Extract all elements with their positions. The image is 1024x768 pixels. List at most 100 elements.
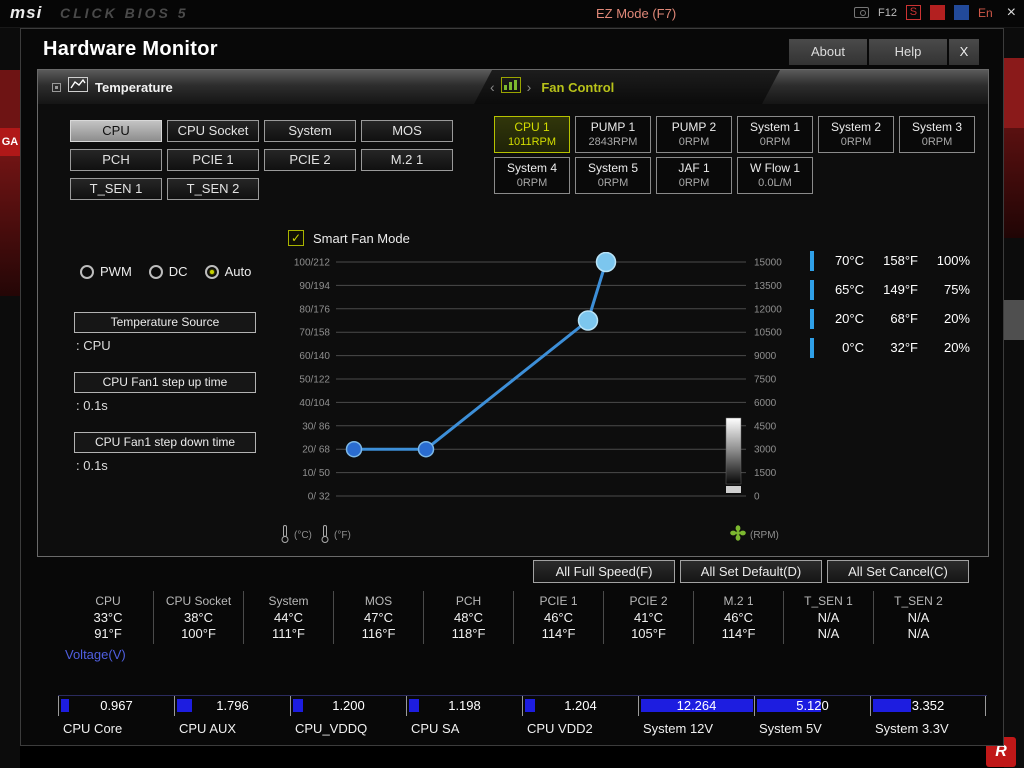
about-button[interactable]: About [789,39,867,65]
readout-pcie-2: PCIE 2 41°C 105°F [603,591,693,644]
voltage-value: 1.198 [448,698,481,713]
flag-icon[interactable] [953,5,969,20]
fan-mode-radio-auto[interactable]: Auto [204,264,252,279]
fan-mode-radio-pwm[interactable]: PWM [80,264,132,279]
fan-mode-radio-group: PWM DC Auto [80,264,251,279]
readout-name: CPU Socket [165,594,232,608]
close-icon[interactable]: × [1007,5,1016,21]
readout-fahrenheit: 114°F [721,626,756,641]
fan-curve-chart: 100/212 1500090/194 1350080/176 1200070/158… [294,252,782,503]
fan-tab-jaf-1[interactable]: JAF 1 0RPM [656,157,732,194]
fan-tab-name: System 4 [506,161,557,175]
temp-sensor-t-sen-2[interactable]: T_SEN 2 [167,178,259,200]
readout-cpu: CPU 33°C 91°F [63,591,153,644]
readout-fahrenheit: 118°F [451,626,486,641]
temp-sensor-pcie-1[interactable]: PCIE 1 [167,149,259,171]
panel-header: Temperature ‹ › Fan Control [38,70,988,104]
fan-tab-cpu-1[interactable]: CPU 1 1011RPM [494,116,570,153]
radio-icon [148,264,163,279]
fan-tab-system-2[interactable]: System 2 0RPM [818,116,894,153]
all-set-cancel-button[interactable]: All Set Cancel(C) [827,560,969,583]
temp-sensor-pch[interactable]: PCH [70,149,162,171]
fan-curve-point-2[interactable] [417,440,435,458]
celsius-axis-label: (°C) [294,530,312,541]
temp-sensor-pcie-2[interactable]: PCIE 2 [264,149,356,171]
readout-name: System [268,594,309,608]
f12-label: F12 [878,6,897,19]
fan-tab-system-3[interactable]: System 3 0RPM [899,116,975,153]
legend-row: 70°C 158°F 100% [810,246,982,275]
voltage-names-row: CPU Core CPU AUX CPU_VDDQ CPU SA CPU VDD2 Sys… [58,719,987,739]
fan-control-section-title: Fan Control [541,79,615,95]
legend-duty: 100% [936,253,970,268]
temperature-readouts: CPU 33°C 91°F CPU Socket 38°C 100°F System 44°C… [63,591,963,644]
readout-fahrenheit: N/A [907,626,930,641]
record-icon[interactable] [929,5,945,20]
language-selector[interactable]: En [978,6,993,20]
radio-label: Auto [224,264,252,279]
smart-fan-mode-toggle[interactable]: ✓ Smart Fan Mode [288,230,410,246]
voltage-value: 12.264 [676,698,717,713]
fan-mode-radio-dc[interactable]: DC [148,264,188,279]
temp-sensor-t-sen-1[interactable]: T_SEN 1 [70,178,162,200]
temp-sensor-cpu[interactable]: CPU [70,120,162,142]
voltage-value: 3.352 [911,698,945,713]
fan-tab-value: 0RPM [678,136,710,148]
radio-icon [204,264,219,279]
readout-t-sen-1: T_SEN 1 N/A N/A [783,591,873,644]
temp-sensor-cpu-socket[interactable]: CPU Socket [167,120,259,142]
legend-row: 65°C 149°F 75% [810,275,982,304]
readout-fahrenheit: 114°F [541,626,576,641]
fan-tab-value: 0RPM [678,177,710,189]
left-edge-red-block [0,70,20,128]
temp-sensor-system[interactable]: System [264,120,356,142]
left-axis-tick: 50/122 [299,375,330,386]
s-badge-icon[interactable]: S [905,5,921,20]
smart-fan-mode-label: Smart Fan Mode [313,230,410,246]
all-set-default-button[interactable]: All Set Default(D) [680,560,822,583]
fan-tab-name: JAF 1 [678,161,710,175]
fan-tab-system-5[interactable]: System 5 0RPM [575,157,651,194]
fan-curve-point-1[interactable] [345,440,363,458]
ez-mode-tab[interactable]: EZ Mode (F7) [596,6,676,21]
fan-tab-system-4[interactable]: System 4 0RPM [494,157,570,194]
legend-row: 0°C 32°F 20% [810,333,982,362]
fan-tab-pump-2[interactable]: PUMP 2 0RPM [656,116,732,153]
right-axis-tick: 10500 [754,328,782,339]
section-bullet-icon [52,82,61,92]
right-edge-red-fade [1004,128,1024,238]
radio-label: PWM [100,264,132,279]
temp-sensor-mos[interactable]: MOS [361,120,453,142]
left-axis-tick: 80/176 [299,304,330,315]
fan-tab-w-flow-1[interactable]: W Flow 1 0.0L/M [737,157,813,194]
temp-sensor-m-2-1[interactable]: M.2 1 [361,149,453,171]
right-axis-tick: 3000 [754,445,777,456]
step-down-time-button[interactable]: CPU Fan1 step down time [74,432,256,453]
fan-tab-pump-1[interactable]: PUMP 1 2843RPM [575,116,651,153]
chevron-right-icon[interactable]: › [527,79,532,95]
right-axis-tick: 4500 [754,421,777,432]
chevron-left-icon[interactable]: ‹ [490,79,495,95]
step-up-time-button[interactable]: CPU Fan1 step up time [74,372,256,393]
fan-tab-name: W Flow 1 [749,161,800,175]
fan-speed-slider-handle[interactable] [726,486,741,493]
fan-tab-value: 0RPM [921,136,953,148]
dialog-buttons: About Help X [789,39,979,65]
left-axis-tick: 20/ 68 [302,445,330,456]
dialog-close-button[interactable]: X [949,39,979,65]
voltage-cell-system-12v: 12.264 [638,696,754,716]
fan-tab-name: System 3 [911,120,962,134]
all-full-speed-button[interactable]: All Full Speed(F) [533,560,675,583]
fan-speed-slider[interactable] [725,417,742,485]
help-button[interactable]: Help [869,39,947,65]
voltage-cell-system-3-3v: 3.352 [870,696,986,716]
fan-tab-system-1[interactable]: System 1 0RPM [737,116,813,153]
readout-name: PCH [455,594,482,608]
screenshot-icon[interactable] [854,7,869,18]
fan-curve-point-3[interactable] [577,310,599,331]
fan-curve-point-4[interactable] [595,252,617,273]
right-edge-decoration [1004,28,1024,768]
click-bios-label: CLICK BIOS 5 [60,5,189,21]
temperature-source-button[interactable]: Temperature Source [74,312,256,333]
radio-label: DC [168,264,188,279]
